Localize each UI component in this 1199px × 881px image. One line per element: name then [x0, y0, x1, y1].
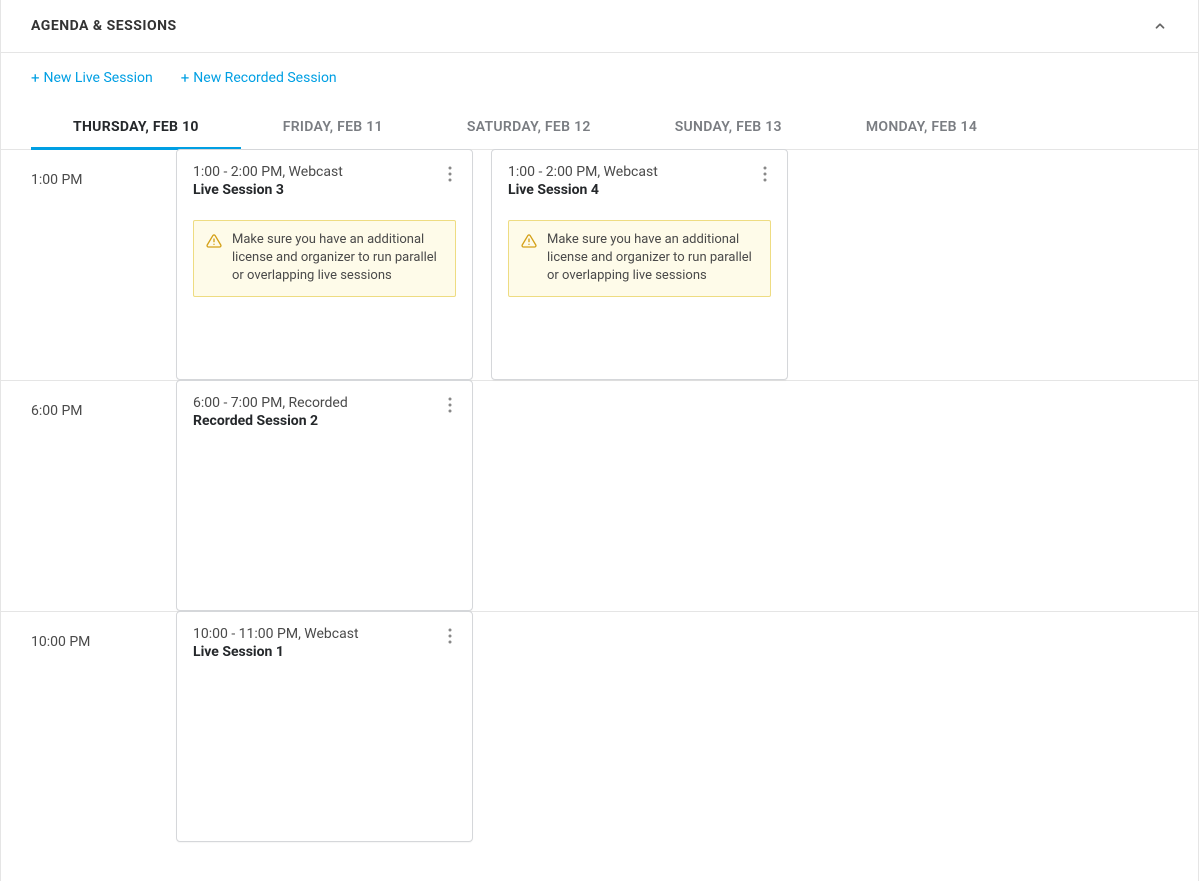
new-live-label: New Live Session: [44, 70, 153, 86]
plus-icon: +: [31, 69, 40, 87]
session-more-menu[interactable]: [759, 164, 771, 187]
session-card[interactable]: 10:00 - 11:00 PM, Webcast Live Session 1: [176, 611, 473, 842]
warning-text: Make sure you have an additional license…: [232, 231, 443, 286]
session-card[interactable]: 1:00 - 2:00 PM, Webcast Live Session 3 M…: [176, 149, 473, 380]
tab-thursday-feb-10[interactable]: THURSDAY, FEB 10: [31, 109, 241, 150]
new-live-session-button[interactable]: + New Live Session: [31, 69, 153, 87]
chevron-up-icon: [1153, 19, 1167, 33]
agenda-sessions-panel: AGENDA & SESSIONS + New Live Session + N…: [0, 0, 1199, 881]
tab-friday-feb-11[interactable]: FRIDAY, FEB 11: [241, 109, 425, 149]
warning-icon: [206, 233, 222, 253]
session-cards-container: 1:00 - 2:00 PM, Webcast Live Session 3 M…: [176, 150, 1198, 380]
new-recorded-label: New Recorded Session: [193, 70, 336, 86]
more-vertical-icon: [448, 166, 452, 182]
new-recorded-session-button[interactable]: + New Recorded Session: [181, 69, 337, 87]
warning-box: Make sure you have an additional license…: [508, 220, 771, 297]
more-vertical-icon: [448, 628, 452, 644]
session-more-menu[interactable]: [444, 395, 456, 418]
session-card[interactable]: 6:00 - 7:00 PM, Recorded Recorded Sessio…: [176, 380, 473, 611]
session-card-header: 1:00 - 2:00 PM, Webcast Live Session 3: [193, 164, 456, 198]
time-label: 6:00 PM: [1, 381, 176, 611]
session-meta: 6:00 - 7:00 PM, Recorded: [193, 395, 348, 411]
tab-monday-feb-14[interactable]: MONDAY, FEB 14: [824, 109, 1019, 149]
session-title: Live Session 1: [193, 644, 359, 660]
warning-box: Make sure you have an additional license…: [193, 220, 456, 297]
agenda-grid: 1:00 PM 1:00 - 2:00 PM, Webcast Live Ses…: [1, 150, 1198, 842]
more-vertical-icon: [448, 397, 452, 413]
timeslot-row: 6:00 PM 6:00 - 7:00 PM, Recorded Recorde…: [1, 381, 1198, 612]
session-meta: 1:00 - 2:00 PM, Webcast: [193, 164, 343, 180]
session-title: Recorded Session 2: [193, 413, 348, 429]
warning-text: Make sure you have an additional license…: [547, 231, 758, 286]
panel-header: AGENDA & SESSIONS: [1, 0, 1198, 53]
collapse-toggle[interactable]: [1152, 18, 1168, 34]
session-meta: 10:00 - 11:00 PM, Webcast: [193, 626, 359, 642]
actions-row: + New Live Session + New Recorded Sessio…: [1, 53, 1198, 87]
timeslot-row: 1:00 PM 1:00 - 2:00 PM, Webcast Live Ses…: [1, 150, 1198, 381]
session-title: Live Session 3: [193, 182, 343, 198]
session-card-header: 6:00 - 7:00 PM, Recorded Recorded Sessio…: [193, 395, 456, 429]
session-card-header: 10:00 - 11:00 PM, Webcast Live Session 1: [193, 626, 456, 660]
date-tabs: THURSDAY, FEB 10 FRIDAY, FEB 11 SATURDAY…: [1, 87, 1198, 150]
session-card-header: 1:00 - 2:00 PM, Webcast Live Session 4: [508, 164, 771, 198]
session-cards-container: 6:00 - 7:00 PM, Recorded Recorded Sessio…: [176, 381, 1198, 611]
plus-icon: +: [181, 69, 190, 87]
session-title: Live Session 4: [508, 182, 658, 198]
tab-sunday-feb-13[interactable]: SUNDAY, FEB 13: [633, 109, 824, 149]
timeslot-row: 10:00 PM 10:00 - 11:00 PM, Webcast Live …: [1, 612, 1198, 842]
panel-title: AGENDA & SESSIONS: [31, 18, 177, 34]
time-label: 10:00 PM: [1, 612, 176, 842]
more-vertical-icon: [763, 166, 767, 182]
tab-saturday-feb-12[interactable]: SATURDAY, FEB 12: [425, 109, 633, 149]
session-card[interactable]: 1:00 - 2:00 PM, Webcast Live Session 4 M…: [491, 149, 788, 380]
session-more-menu[interactable]: [444, 626, 456, 649]
session-more-menu[interactable]: [444, 164, 456, 187]
session-cards-container: 10:00 - 11:00 PM, Webcast Live Session 1: [176, 612, 1198, 842]
warning-icon: [521, 233, 537, 253]
session-meta: 1:00 - 2:00 PM, Webcast: [508, 164, 658, 180]
time-label: 1:00 PM: [1, 150, 176, 380]
